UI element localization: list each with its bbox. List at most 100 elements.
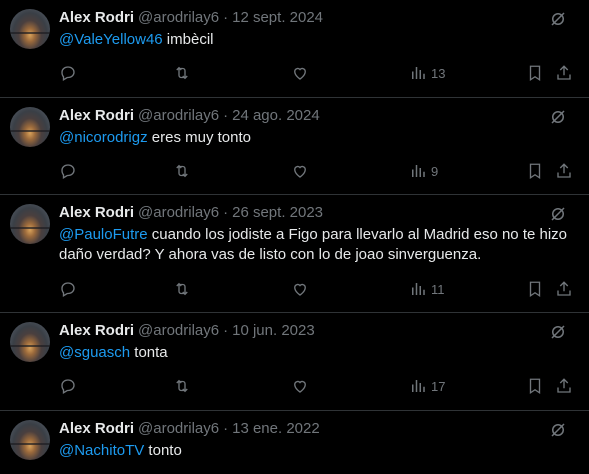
retweet-button[interactable] — [173, 279, 191, 299]
tweet-item[interactable]: Alex Rodri @arodrilay6 · 10 jun. 2023 @s… — [0, 313, 589, 411]
bookmark-icon — [529, 281, 541, 298]
reply-button[interactable] — [59, 376, 77, 396]
like-button[interactable] — [291, 63, 309, 83]
author-name[interactable]: Alex Rodri — [59, 321, 134, 341]
share-button[interactable] — [555, 279, 573, 299]
views-button[interactable]: 17 — [409, 376, 445, 396]
separator: · — [223, 322, 229, 339]
retweet-button[interactable] — [173, 63, 191, 83]
bookmark-button[interactable] — [526, 279, 544, 299]
tweet-body: Alex Rodri @arodrilay6 · 13 ene. 2022 @N… — [59, 419, 579, 461]
tweet-item[interactable]: Alex Rodri @arodrilay6 · 26 sept. 2023 @… — [0, 195, 589, 313]
tweet-date[interactable]: 13 ene. 2022 — [232, 419, 320, 439]
author-name[interactable]: Alex Rodri — [59, 8, 134, 28]
views-icon — [412, 67, 425, 79]
avatar[interactable] — [10, 204, 50, 244]
reply-button[interactable] — [59, 161, 77, 181]
retweet-icon — [176, 379, 188, 393]
tweet-item[interactable]: Alex Rodri @arodrilay6 · 13 ene. 2022 @N… — [0, 411, 589, 474]
views-button[interactable]: 11 — [409, 279, 445, 299]
grok-icon[interactable] — [549, 323, 567, 341]
views-button[interactable]: 9 — [409, 161, 438, 181]
views-icon — [412, 380, 425, 392]
like-icon — [294, 67, 306, 80]
avatar[interactable] — [10, 420, 50, 460]
tweet-header: Alex Rodri @arodrilay6 · 12 sept. 2024 — [59, 8, 579, 28]
share-icon — [557, 65, 571, 80]
reply-icon — [61, 164, 75, 179]
reply-button[interactable] — [59, 279, 77, 299]
author-handle[interactable]: @arodrilay6 — [138, 321, 219, 341]
reply-icon — [61, 379, 75, 394]
separator: · — [223, 107, 229, 124]
share-button[interactable] — [555, 161, 573, 181]
avatar[interactable] — [10, 322, 50, 362]
mention-link[interactable]: @nicorodrigz — [59, 129, 148, 146]
author-handle[interactable]: @arodrilay6 — [138, 8, 219, 28]
author-handle[interactable]: @arodrilay6 — [138, 106, 219, 126]
bookmark-icon — [529, 163, 541, 180]
views-button[interactable]: 13 — [409, 63, 445, 83]
like-icon — [294, 283, 306, 296]
author-handle[interactable]: @arodrilay6 — [138, 203, 219, 223]
like-icon — [294, 165, 306, 178]
tweet-header: Alex Rodri @arodrilay6 · 13 ene. 2022 — [59, 419, 579, 439]
reply-button[interactable] — [59, 63, 77, 83]
tweet-date[interactable]: 10 jun. 2023 — [232, 321, 315, 341]
tweet-body: Alex Rodri @arodrilay6 · 12 sept. 2024 @… — [59, 8, 579, 50]
reply-icon — [61, 66, 75, 81]
tweet-text: @ValeYellow46 imbècil — [59, 30, 579, 50]
like-icon — [294, 380, 306, 393]
views-count: 13 — [431, 65, 446, 81]
mention-link[interactable]: @PauloFutre — [59, 226, 148, 243]
grok-icon[interactable] — [549, 421, 567, 439]
author-name[interactable]: Alex Rodri — [59, 106, 134, 126]
tweet-text-body: tonto — [144, 442, 182, 459]
retweet-icon — [176, 164, 188, 178]
author-name[interactable]: Alex Rodri — [59, 419, 134, 439]
share-button[interactable] — [555, 63, 573, 83]
share-button[interactable] — [555, 376, 573, 396]
like-button[interactable] — [291, 376, 309, 396]
tweet-header: Alex Rodri @arodrilay6 · 24 ago. 2024 — [59, 106, 579, 126]
action-bar: 9 — [59, 161, 579, 181]
separator: · — [223, 420, 229, 437]
action-bar: 13 — [59, 63, 579, 83]
like-button[interactable] — [291, 279, 309, 299]
tweet-item[interactable]: Alex Rodri @arodrilay6 · 24 ago. 2024 @n… — [0, 98, 589, 195]
views-count: 9 — [431, 163, 439, 179]
tweet-text: @NachitoTV tonto — [59, 441, 579, 461]
mention-link[interactable]: @sguasch — [59, 344, 130, 361]
timeline: Alex Rodri @arodrilay6 · 12 sept. 2024 @… — [0, 0, 589, 474]
bookmark-button[interactable] — [526, 161, 544, 181]
separator: · — [223, 9, 229, 26]
views-icon — [412, 165, 425, 177]
tweet-date[interactable]: 12 sept. 2024 — [232, 8, 323, 28]
bookmark-button[interactable] — [526, 376, 544, 396]
tweet-date[interactable]: 26 sept. 2023 — [232, 203, 323, 223]
retweet-button[interactable] — [173, 376, 191, 396]
action-bar: 17 — [59, 376, 579, 396]
like-button[interactable] — [291, 161, 309, 181]
avatar[interactable] — [10, 107, 50, 147]
tweet-body: Alex Rodri @arodrilay6 · 24 ago. 2024 @n… — [59, 106, 579, 148]
bookmark-button[interactable] — [526, 63, 544, 83]
tweet-header: Alex Rodri @arodrilay6 · 10 jun. 2023 — [59, 321, 579, 341]
tweet-body: Alex Rodri @arodrilay6 · 26 sept. 2023 @… — [59, 203, 579, 265]
avatar[interactable] — [10, 9, 50, 49]
grok-icon[interactable] — [549, 205, 567, 223]
retweet-icon — [176, 282, 188, 296]
tweet-date[interactable]: 24 ago. 2024 — [232, 106, 320, 126]
author-name[interactable]: Alex Rodri — [59, 203, 134, 223]
tweet-header: Alex Rodri @arodrilay6 · 26 sept. 2023 — [59, 203, 579, 223]
mention-link[interactable]: @NachitoTV — [59, 442, 144, 459]
tweet-item[interactable]: Alex Rodri @arodrilay6 · 12 sept. 2024 @… — [0, 0, 589, 98]
retweet-button[interactable] — [173, 161, 191, 181]
share-icon — [557, 163, 571, 178]
views-count: 11 — [431, 281, 445, 297]
author-handle[interactable]: @arodrilay6 — [138, 419, 219, 439]
share-icon — [557, 281, 571, 296]
grok-icon[interactable] — [549, 108, 567, 126]
mention-link[interactable]: @ValeYellow46 — [59, 31, 163, 48]
grok-icon[interactable] — [549, 10, 567, 28]
